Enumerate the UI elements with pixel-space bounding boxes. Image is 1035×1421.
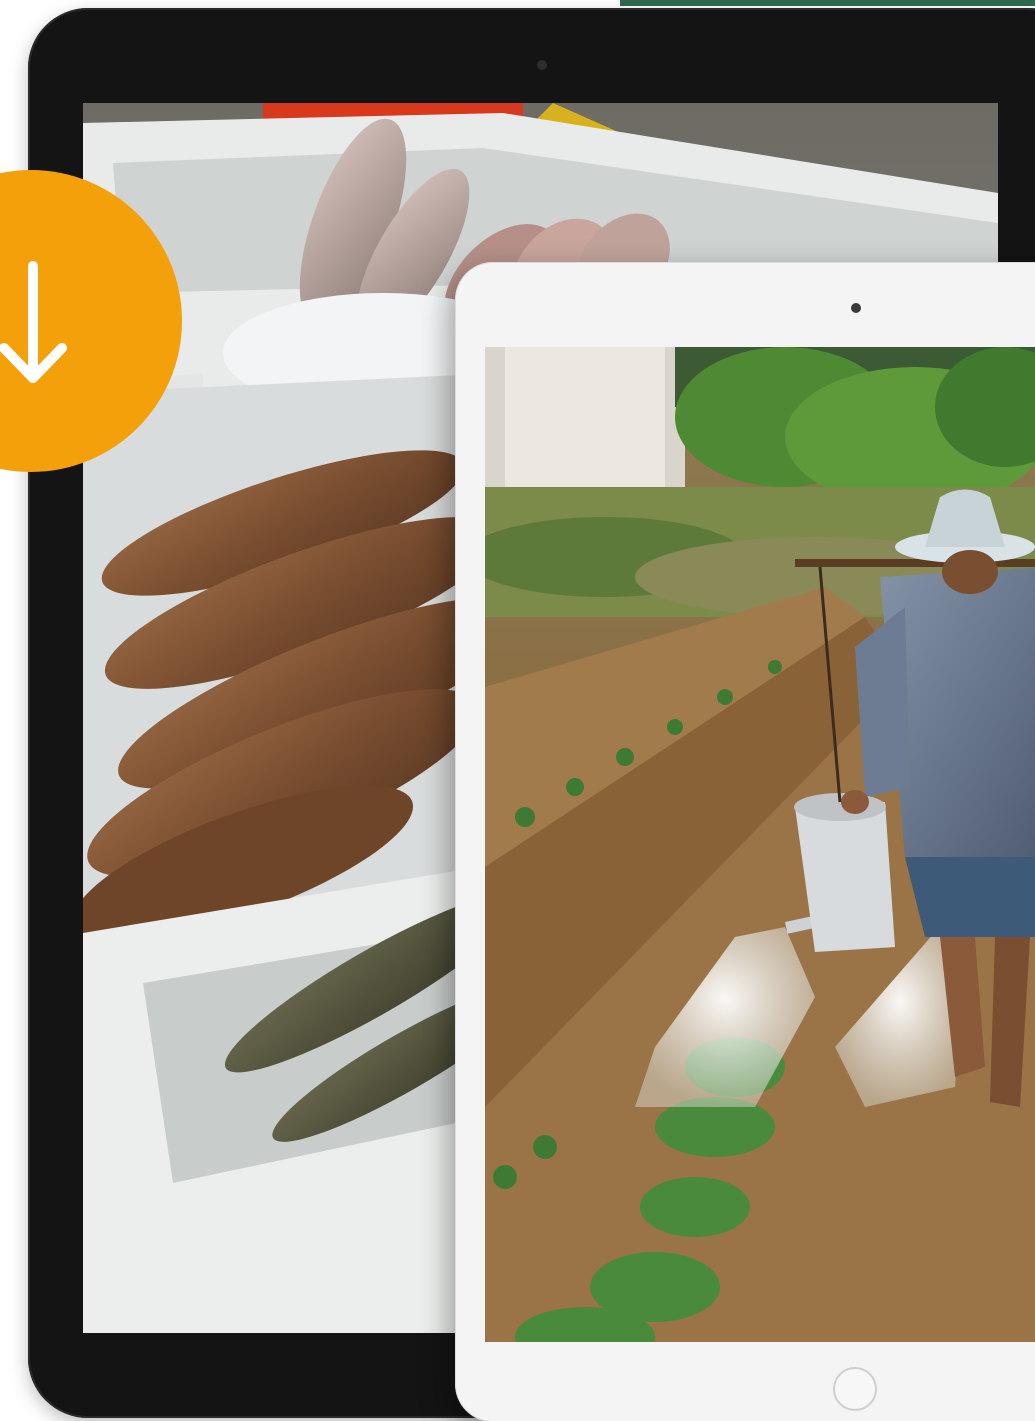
- arrow-down-icon: [0, 261, 67, 383]
- farmer-photo-illustration: [485, 347, 1035, 1342]
- tablet-white: [455, 262, 1035, 1421]
- front-camera: [851, 303, 861, 313]
- front-camera: [537, 60, 547, 70]
- accent-bar: [620, 0, 1035, 6]
- home-button[interactable]: [833, 1367, 877, 1411]
- device-mockup-showcase: [0, 0, 1035, 1421]
- farmer-watering-photo: [485, 347, 1035, 1342]
